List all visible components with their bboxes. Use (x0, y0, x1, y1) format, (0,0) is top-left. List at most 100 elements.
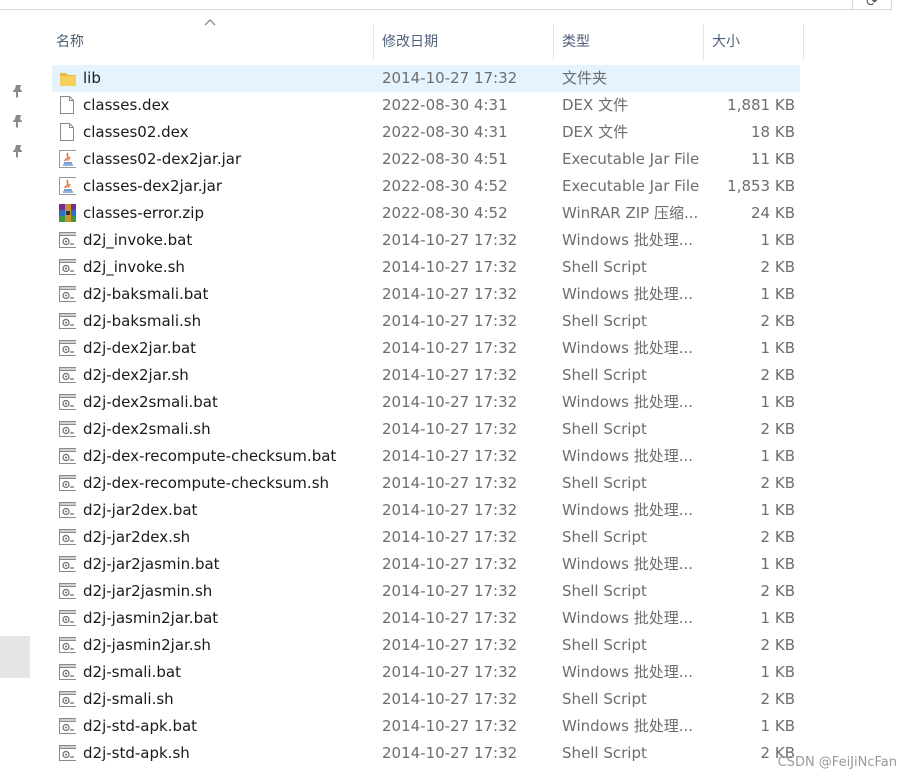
address-bar[interactable] (0, 0, 854, 10)
file-size: 1 KB (760, 501, 795, 519)
file-size: 1 KB (760, 663, 795, 681)
modified-date: 2014-10-27 17:32 (382, 636, 518, 654)
file-row[interactable]: d2j-smali.sh 2014-10-27 17:32 Shell Script… (52, 686, 800, 713)
file-row[interactable]: d2j-jar2dex.bat 2014-10-27 17:32 Windows 批… (52, 497, 800, 524)
script-file-icon (58, 281, 76, 308)
file-row[interactable]: d2j-smali.bat 2014-10-27 17:32 Windows 批处理… (52, 659, 800, 686)
file-row[interactable]: d2j-std-apk.sh 2014-10-27 17:32 Shell Scri… (52, 740, 800, 767)
modified-date: 2014-10-27 17:32 (382, 339, 518, 357)
file-name: classes-error.zip (83, 204, 204, 222)
file-row[interactable]: d2j-dex2smali.sh 2014-10-27 17:32 Shell Sc… (52, 416, 800, 443)
column-name[interactable]: 名称 (48, 24, 374, 60)
file-row[interactable]: classes-error.zip 2022-08-30 4:52 WinRAR Z… (52, 200, 800, 227)
file-type: DEX 文件 (562, 123, 629, 141)
file-name: d2j-std-apk.sh (83, 744, 190, 762)
file-row[interactable]: d2j-jar2jasmin.sh 2014-10-27 17:32 Shell S… (52, 578, 800, 605)
file-name: d2j_invoke.bat (83, 231, 193, 249)
file-type: Windows 批处理... (562, 717, 694, 735)
file-type: Windows 批处理... (562, 447, 694, 465)
file-size: 1 KB (760, 231, 795, 249)
file-size: 1,881 KB (727, 96, 795, 114)
file-row[interactable]: d2j-baksmali.bat 2014-10-27 17:32 Windows … (52, 281, 800, 308)
file-row[interactable]: d2j-dex-recompute-checksum.sh 2014-10-27 … (52, 470, 800, 497)
file-size: 2 KB (760, 258, 795, 276)
file-name: d2j-jar2jasmin.sh (83, 582, 213, 600)
modified-date: 2022-08-30 4:52 (382, 177, 508, 195)
modified-date: 2014-10-27 17:32 (382, 609, 518, 627)
file-row[interactable]: d2j_invoke.sh 2014-10-27 17:32 Shell Scrip… (52, 254, 800, 281)
file-row[interactable]: d2j-jasmin2jar.bat 2014-10-27 17:32 Window… (52, 605, 800, 632)
script-file-icon (58, 551, 76, 578)
nav-selected-item[interactable] (0, 636, 30, 678)
file-row[interactable]: classes02-dex2jar.jar 2022-08-30 4:51 Exec… (52, 146, 800, 173)
file-type: Shell Script (562, 474, 647, 492)
file-name: d2j-jar2dex.sh (83, 528, 191, 546)
modified-date: 2014-10-27 17:32 (382, 447, 518, 465)
file-type: Windows 批处理... (562, 663, 694, 681)
script-file-icon (58, 308, 76, 335)
file-size: 1 KB (760, 393, 795, 411)
file-row[interactable]: d2j-jar2dex.sh 2014-10-27 17:32 Shell Scri… (52, 524, 800, 551)
file-type: Executable Jar File (562, 177, 700, 195)
script-file-icon (58, 686, 76, 713)
watermark: CSDN @FeiJiNcFan (777, 755, 897, 770)
modified-date: 2022-08-30 4:31 (382, 123, 508, 141)
file-name: d2j-dex2smali.bat (83, 393, 218, 411)
file-row[interactable]: d2j-dex2jar.sh 2014-10-27 17:32 Shell Scri… (52, 362, 800, 389)
file-type: Shell Script (562, 528, 647, 546)
column-type[interactable]: 类型 (554, 24, 704, 60)
file-row[interactable]: d2j-std-apk.bat 2014-10-27 17:32 Windows 批… (52, 713, 800, 740)
file-name: classes-dex2jar.jar (83, 177, 223, 195)
modified-date: 2014-10-27 17:32 (382, 717, 518, 735)
column-size[interactable]: 大小 (704, 24, 804, 60)
refresh-icon: ⟳ (866, 0, 878, 10)
file-name: d2j-baksmali.sh (83, 312, 202, 330)
file-size: 1 KB (760, 339, 795, 357)
file-row[interactable]: lib 2014-10-27 17:32 文件夹 (52, 65, 800, 92)
file-row[interactable]: d2j-jar2jasmin.bat 2014-10-27 17:32 Window… (52, 551, 800, 578)
column-date[interactable]: 修改日期 (374, 24, 554, 60)
modified-date: 2014-10-27 17:32 (382, 528, 518, 546)
file-size: 2 KB (760, 690, 795, 708)
file-size: 24 KB (751, 204, 795, 222)
pin-icon (10, 84, 26, 100)
file-row[interactable]: d2j-dex2jar.bat 2014-10-27 17:32 Windows 批… (52, 335, 800, 362)
file-row[interactable]: d2j-baksmali.sh 2014-10-27 17:32 Shell Scr… (52, 308, 800, 335)
file-size: 2 KB (760, 420, 795, 438)
file-name: d2j-jasmin2jar.sh (83, 636, 211, 654)
file-type: Windows 批处理... (562, 285, 694, 303)
file-row[interactable]: classes.dex 2022-08-30 4:31 DEX 文件 1,881 KB (52, 92, 800, 119)
script-file-icon (58, 416, 76, 443)
file-name: d2j-dex2jar.sh (83, 366, 189, 384)
file-name: lib (83, 69, 101, 87)
file-row[interactable]: classes-dex2jar.jar 2022-08-30 4:52 Execut… (52, 173, 800, 200)
file-size: 18 KB (751, 123, 795, 141)
file-row[interactable]: d2j-jasmin2jar.sh 2014-10-27 17:32 Shell S… (52, 632, 800, 659)
file-size (702, 65, 795, 92)
script-file-icon (58, 713, 76, 740)
file-size: 1 KB (760, 717, 795, 735)
script-file-icon (58, 632, 76, 659)
modified-date: 2014-10-27 17:32 (382, 663, 518, 681)
modified-date: 2014-10-27 17:32 (382, 258, 518, 276)
file-type: Shell Script (562, 690, 647, 708)
file-icon (58, 119, 76, 146)
file-row[interactable]: d2j-dex-recompute-checksum.bat 2014-10-27… (52, 443, 800, 470)
script-file-icon (58, 227, 76, 254)
file-type: WinRAR ZIP 压缩... (562, 204, 699, 222)
file-size: 1 KB (760, 447, 795, 465)
file-type: Shell Script (562, 312, 647, 330)
file-type: Windows 批处理... (562, 231, 694, 249)
refresh-button[interactable]: ⟳ (852, 0, 892, 10)
script-file-icon (58, 524, 76, 551)
file-name: d2j-smali.bat (83, 663, 181, 681)
pin-icon (10, 114, 26, 130)
file-row[interactable]: classes02.dex 2022-08-30 4:31 DEX 文件 18 KB (52, 119, 800, 146)
modified-date: 2014-10-27 17:32 (382, 366, 518, 384)
file-row[interactable]: d2j_invoke.bat 2014-10-27 17:32 Windows 批处… (52, 227, 800, 254)
file-size: 1 KB (760, 285, 795, 303)
modified-date: 2022-08-30 4:51 (382, 150, 508, 168)
file-name: d2j-baksmali.bat (83, 285, 209, 303)
file-row[interactable]: d2j-dex2smali.bat 2014-10-27 17:32 Windows… (52, 389, 800, 416)
file-name: d2j-dex2smali.sh (83, 420, 211, 438)
